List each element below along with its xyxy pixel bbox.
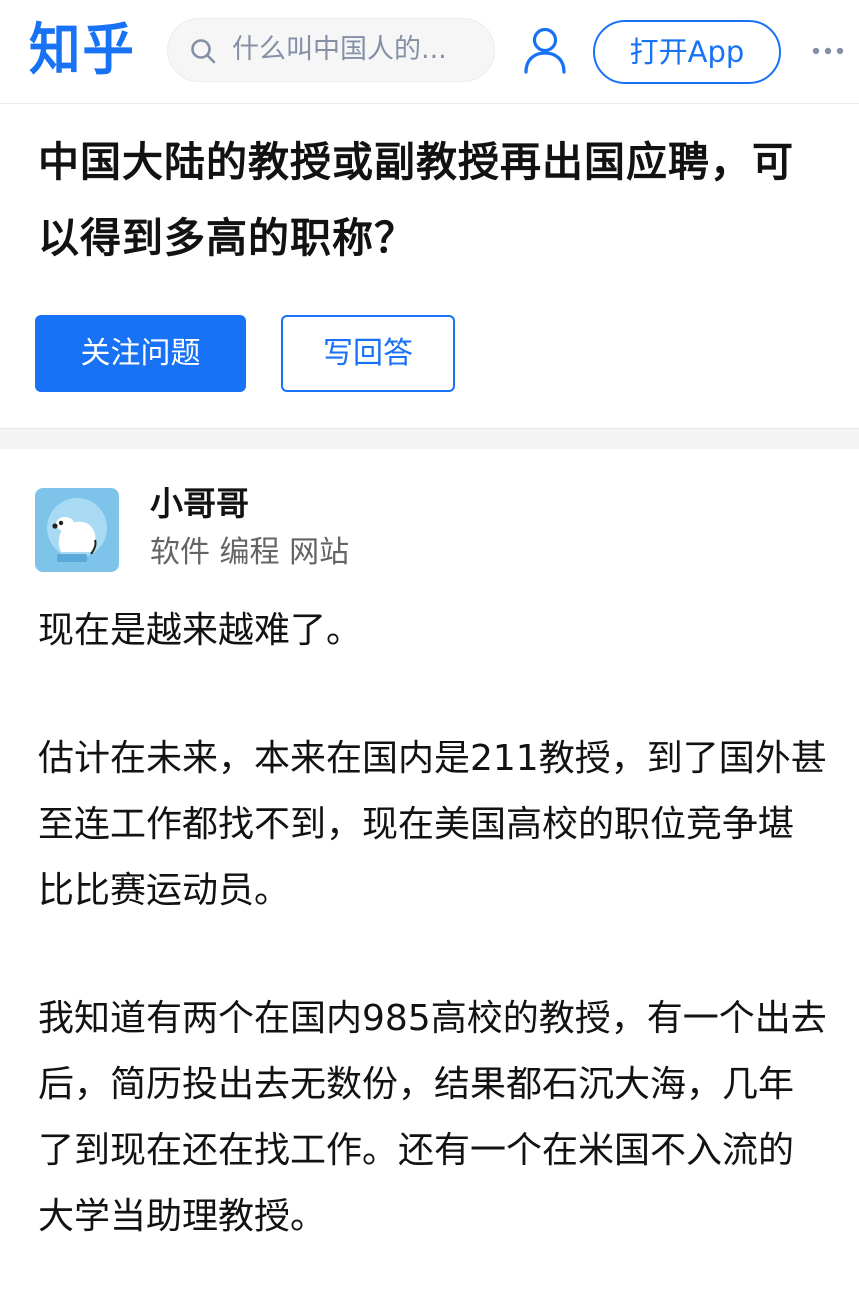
avatar-image xyxy=(35,488,119,572)
author-name[interactable]: 小哥哥 xyxy=(150,482,249,526)
user-icon[interactable] xyxy=(523,26,567,74)
answer-paragraph: 我知道有两个在国内985高校的教授，有一个出去后，简历投出去无数份，结果都石沉大… xyxy=(38,998,827,1237)
author-avatar[interactable] xyxy=(35,488,119,572)
open-app-button[interactable]: 打开App xyxy=(593,20,781,84)
answer-paragraph: 估计在未来，本来在国内是211教授，到了国外甚至连工作都找不到，现在美国高校的职… xyxy=(38,738,827,911)
search-box[interactable]: 什么叫中国人的... xyxy=(167,18,495,82)
write-answer-button[interactable]: 写回答 xyxy=(281,315,455,392)
follow-question-button[interactable]: 关注问题 xyxy=(35,315,246,392)
section-divider xyxy=(0,428,859,449)
search-placeholder: 什么叫中国人的... xyxy=(232,34,447,65)
answer-paragraph: 现在是越来越难了。 xyxy=(38,610,363,651)
question-title[interactable]: 中国大陆的教授或副教授再出国应聘，可以得到多高的职称？ xyxy=(38,124,808,276)
top-bar: 知乎 什么叫中国人的... 打开App xyxy=(0,0,859,104)
zhihu-logo[interactable]: 知乎 xyxy=(29,16,141,86)
author-bio: 软件 编程 网站 xyxy=(150,535,350,570)
answer-content: 现在是越来越难了。 估计在未来，本来在国内是211教授，到了国外甚至连工作都找不… xyxy=(38,598,828,1312)
search-icon xyxy=(191,39,216,64)
more-icon[interactable] xyxy=(811,46,845,56)
